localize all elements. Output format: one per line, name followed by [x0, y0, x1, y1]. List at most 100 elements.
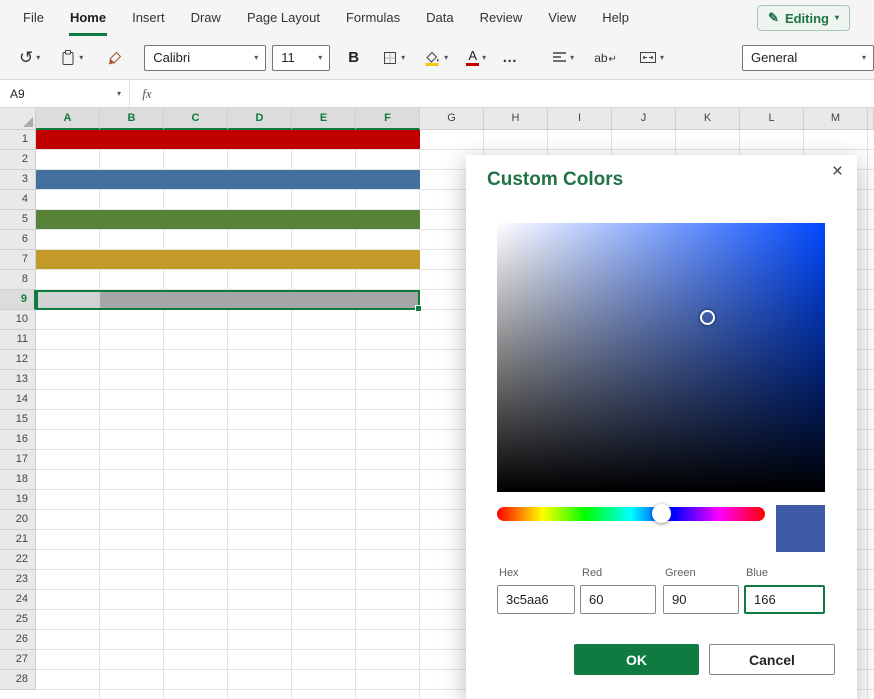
more-options-button[interactable]: … [497, 49, 523, 66]
row-header-1[interactable]: 1 [0, 130, 36, 150]
column-header-partial [868, 108, 874, 130]
row-header-24[interactable]: 24 [0, 590, 36, 610]
column-header-K[interactable]: K [676, 108, 740, 130]
editing-mode-button[interactable]: ✎ Editing ▾ [757, 5, 850, 31]
merge-cells-icon [639, 51, 657, 64]
row-header-17[interactable]: 17 [0, 450, 36, 470]
row-header-3[interactable]: 3 [0, 170, 36, 190]
row-header-27[interactable]: 27 [0, 650, 36, 670]
tab-data[interactable]: Data [413, 0, 466, 36]
active-cell[interactable] [38, 292, 100, 308]
column-header-F[interactable]: F [356, 108, 420, 130]
filled-row-1 [36, 130, 420, 149]
red-label: Red [582, 567, 602, 579]
paste-button[interactable]: ▾ [55, 46, 88, 69]
name-box[interactable]: A9 ▾ [0, 80, 130, 107]
row-header-9[interactable]: 9 [0, 290, 36, 310]
chevron-down-icon: ▾ [444, 54, 448, 62]
borders-button[interactable]: ▾ [377, 47, 410, 69]
row-header-28[interactable]: 28 [0, 670, 36, 690]
row-header-10[interactable]: 10 [0, 310, 36, 330]
color-picker-cursor[interactable] [700, 310, 715, 325]
tab-file[interactable]: File [10, 0, 57, 36]
row-header-8[interactable]: 8 [0, 270, 36, 290]
column-header-H[interactable]: H [484, 108, 548, 130]
bold-button[interactable]: B [340, 46, 367, 69]
tab-home[interactable]: Home [57, 0, 119, 36]
row-header-21[interactable]: 21 [0, 530, 36, 550]
format-painter-button[interactable] [102, 47, 128, 69]
column-header-A[interactable]: A [36, 108, 100, 130]
wrap-text-button[interactable]: ab↵ [589, 48, 622, 68]
font-name-dropdown[interactable]: Calibri ▾ [144, 45, 266, 71]
merge-cells-button[interactable]: ▾ [634, 48, 669, 67]
row-header-15[interactable]: 15 [0, 410, 36, 430]
number-format-dropdown[interactable]: General ▾ [742, 45, 874, 71]
row-header-4[interactable]: 4 [0, 190, 36, 210]
row-header-2[interactable]: 2 [0, 150, 36, 170]
row-header-13[interactable]: 13 [0, 370, 36, 390]
font-color-button[interactable]: A ▾ [461, 46, 491, 69]
tab-formulas[interactable]: Formulas [333, 0, 413, 36]
red-input[interactable] [580, 585, 656, 614]
number-format-value: General [743, 50, 855, 65]
blue-input[interactable] [744, 585, 825, 614]
column-header-D[interactable]: D [228, 108, 292, 130]
font-color-letter: A [468, 49, 477, 62]
row-header-14[interactable]: 14 [0, 390, 36, 410]
close-icon[interactable]: × [832, 162, 843, 181]
selection-range [36, 290, 420, 310]
column-header-L[interactable]: L [740, 108, 804, 130]
column-header-M[interactable]: M [804, 108, 868, 130]
tab-view[interactable]: View [535, 0, 589, 36]
column-header-E[interactable]: E [292, 108, 356, 130]
chevron-down-icon: ▾ [482, 54, 486, 62]
chevron-down-icon: ▾ [36, 54, 40, 62]
hue-slider-thumb[interactable] [652, 504, 671, 523]
row-header-16[interactable]: 16 [0, 430, 36, 450]
tab-help[interactable]: Help [589, 0, 642, 36]
ribbon-tab-bar: File Home Insert Draw Page Layout Formul… [0, 0, 874, 36]
green-input[interactable] [663, 585, 739, 614]
fx-icon: fx [130, 86, 164, 102]
cancel-button[interactable]: Cancel [709, 644, 835, 675]
tab-review[interactable]: Review [467, 0, 536, 36]
undo-button[interactable]: ↺ ▾ [14, 46, 45, 69]
tab-draw[interactable]: Draw [178, 0, 234, 36]
font-size-dropdown[interactable]: 11 ▾ [272, 45, 330, 71]
chevron-down-icon: ▾ [117, 90, 129, 98]
fill-handle[interactable] [415, 305, 422, 312]
column-header-J[interactable]: J [612, 108, 676, 130]
row-header-5[interactable]: 5 [0, 210, 36, 230]
row-header-11[interactable]: 11 [0, 330, 36, 350]
select-all-corner[interactable] [0, 108, 36, 130]
row-header-18[interactable]: 18 [0, 470, 36, 490]
row-header-12[interactable]: 12 [0, 350, 36, 370]
column-header-B[interactable]: B [100, 108, 164, 130]
column-header-C[interactable]: C [164, 108, 228, 130]
tab-insert[interactable]: Insert [119, 0, 178, 36]
row-header-22[interactable]: 22 [0, 550, 36, 570]
row-header-25[interactable]: 25 [0, 610, 36, 630]
formula-input[interactable] [164, 80, 874, 107]
row-header-26[interactable]: 26 [0, 630, 36, 650]
tab-page-layout[interactable]: Page Layout [234, 0, 333, 36]
row-header-20[interactable]: 20 [0, 510, 36, 530]
chevron-down-icon: ▾ [247, 54, 265, 62]
row-header-23[interactable]: 23 [0, 570, 36, 590]
fill-color-button[interactable]: ▾ [418, 46, 453, 69]
color-preview-swatch [776, 505, 825, 552]
ok-button[interactable]: OK [574, 644, 699, 675]
hex-input[interactable] [497, 585, 575, 614]
dialog-title: Custom Colors [487, 169, 623, 191]
row-header-6[interactable]: 6 [0, 230, 36, 250]
saturation-field[interactable] [497, 223, 825, 492]
chevron-down-icon: ▾ [311, 54, 329, 62]
column-header-I[interactable]: I [548, 108, 612, 130]
excel-window: File Home Insert Draw Page Layout Formul… [0, 0, 874, 699]
column-header-G[interactable]: G [420, 108, 484, 130]
row-header-7[interactable]: 7 [0, 250, 36, 270]
hue-slider[interactable] [497, 507, 765, 521]
row-header-19[interactable]: 19 [0, 490, 36, 510]
alignment-button[interactable]: ▾ [547, 48, 579, 67]
